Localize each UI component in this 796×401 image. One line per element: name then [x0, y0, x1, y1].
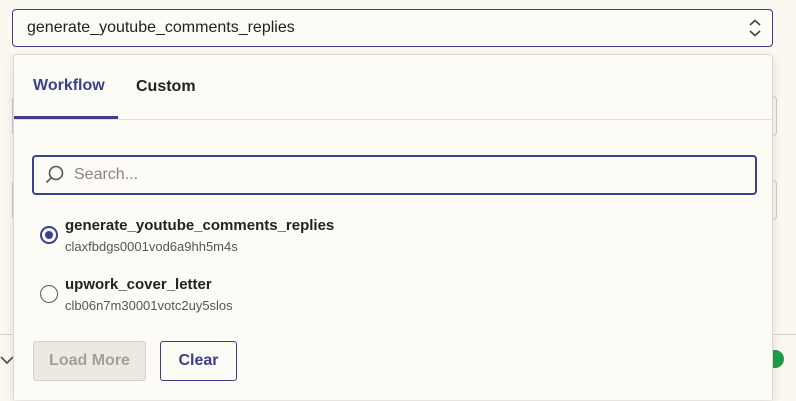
option-title: upwork_cover_letter	[65, 276, 212, 293]
radio-selected[interactable]	[40, 226, 58, 244]
search-field[interactable]	[32, 155, 757, 195]
tab-workflow-label: Workflow	[33, 76, 105, 94]
workflow-select-value: generate_youtube_comments_replies	[27, 19, 295, 36]
load-more-button[interactable]: Load More	[33, 341, 146, 381]
tab-custom-label: Custom	[136, 78, 196, 95]
chevron-down-icon[interactable]	[0, 350, 14, 370]
option-id: claxfbdgs0001vod6a9hh5m4s	[65, 239, 238, 254]
workflow-dropdown: Workflow Custom generate_youtube_comment…	[13, 54, 773, 400]
search-input[interactable]	[72, 165, 755, 185]
list-item[interactable]: generate_youtube_comments_replies claxfb…	[40, 217, 740, 261]
clear-button[interactable]: Clear	[160, 341, 237, 381]
tab-bar: Workflow Custom	[14, 55, 772, 120]
chevron-up-down-icon	[749, 19, 761, 37]
option-id: clb06n7m30001votc2uy5slos	[65, 298, 233, 313]
tab-workflow[interactable]: Workflow	[14, 55, 118, 119]
list-item[interactable]: upwork_cover_letter clb06n7m30001votc2uy…	[40, 276, 740, 320]
workflow-select[interactable]: generate_youtube_comments_replies	[12, 9, 773, 47]
search-icon	[45, 165, 64, 184]
option-title: generate_youtube_comments_replies	[65, 217, 335, 234]
radio-unselected[interactable]	[40, 285, 58, 303]
tab-custom[interactable]: Custom	[136, 55, 226, 119]
